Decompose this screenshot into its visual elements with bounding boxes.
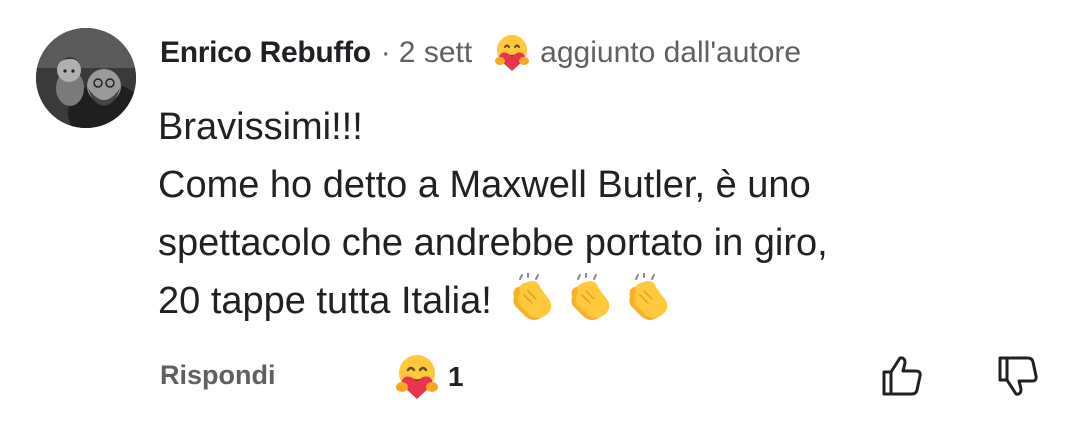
comment-line-text: 20 tappe tutta Italia!: [158, 280, 492, 322]
comment-time[interactable]: 2 sett: [399, 36, 472, 70]
emoji-group: [492, 272, 676, 322]
comment-line: Come ho detto a Maxwell Butler, è uno: [158, 164, 811, 206]
heart-hug-icon: [396, 355, 438, 399]
author-name[interactable]: Enrico Rebuffo: [160, 36, 371, 70]
clapping-hands-icon: [506, 272, 560, 323]
comment-header: Enrico Rebuffo · 2 sett aggiunto dall'au…: [160, 30, 801, 76]
comment-line: Bravissimi!!!: [158, 106, 363, 148]
heart-hug-icon: [492, 33, 532, 73]
comment-line-last: 20 tappe tutta Italia!: [158, 272, 1038, 330]
avatar-image: [36, 28, 136, 128]
clapping-hands-icon: [622, 272, 676, 323]
clapping-hands-icon: [564, 272, 618, 323]
dislike-button[interactable]: [994, 352, 1042, 400]
reaction-count: 1: [448, 361, 464, 392]
thumbs-down-icon: [998, 356, 1038, 396]
reply-button[interactable]: Rispondi: [160, 360, 276, 391]
meta-separator: ·: [380, 36, 391, 69]
like-button[interactable]: [878, 352, 926, 400]
comment-line: spettacolo che andrebbe portato in giro,: [158, 222, 828, 264]
comment-text: Bravissimi!!! Come ho detto a Maxwell Bu…: [158, 98, 1038, 330]
avatar[interactable]: [36, 28, 136, 128]
reaction-summary[interactable]: 1: [392, 352, 464, 402]
thumbs-up-icon: [882, 356, 922, 396]
author-added-label: aggiunto dall'autore: [540, 36, 802, 69]
